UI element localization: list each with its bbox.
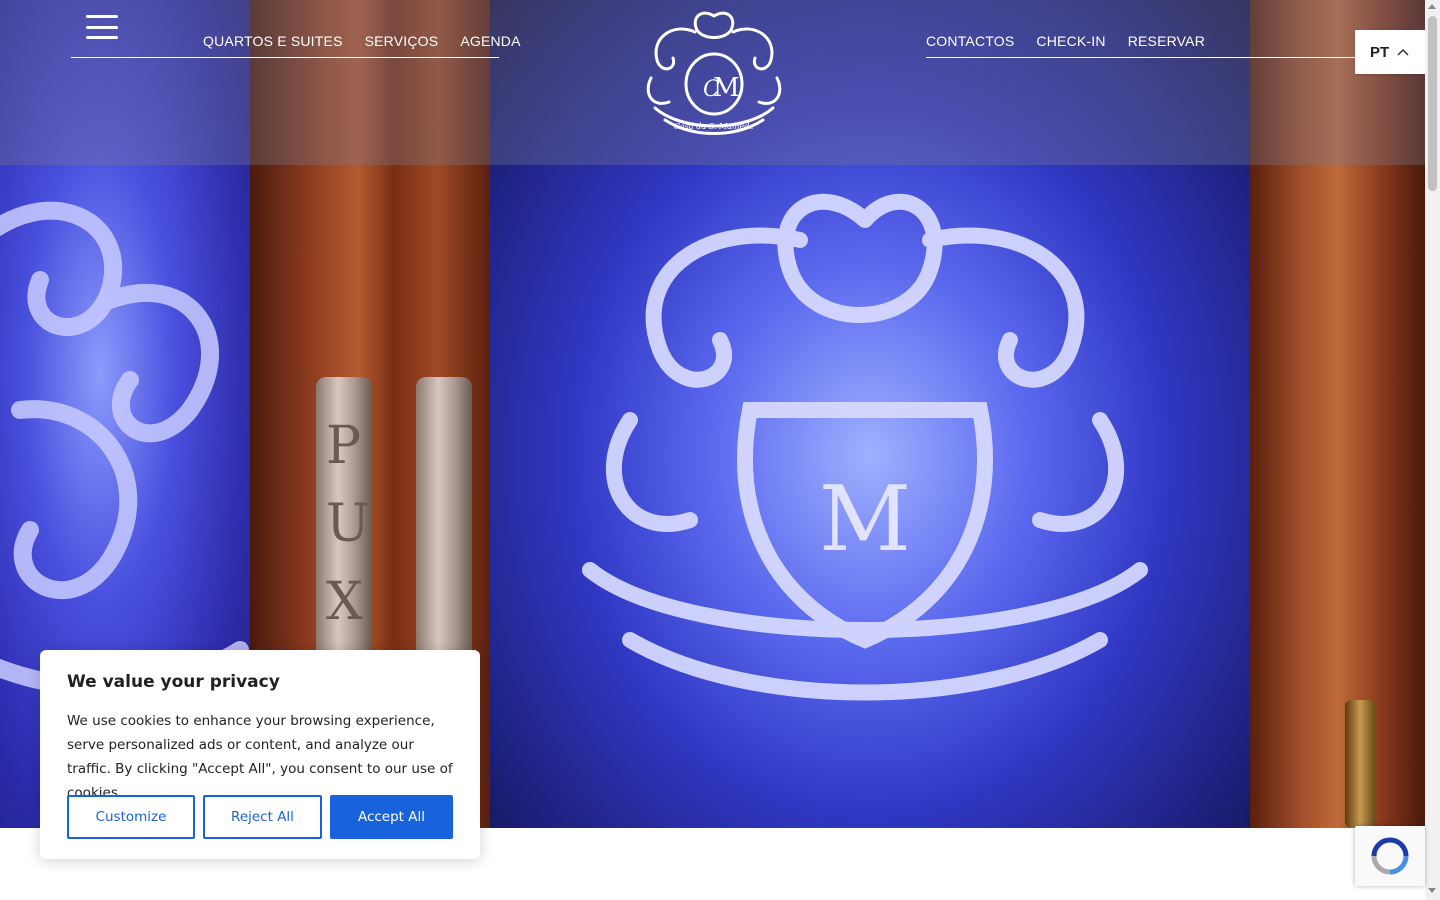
brass-door-rod bbox=[1345, 700, 1375, 828]
nav-right: CONTACTOS CHECK-IN RESERVAR bbox=[926, 33, 1205, 49]
etched-crest-left bbox=[0, 201, 249, 697]
nav-divider-right bbox=[926, 57, 1355, 58]
crest-logo[interactable]: C M Casa da S. Mamede bbox=[643, 8, 785, 138]
svg-text:M: M bbox=[713, 73, 740, 103]
language-code: PT bbox=[1370, 43, 1390, 61]
customize-button[interactable]: Customize bbox=[67, 795, 195, 839]
cookie-title: We value your privacy bbox=[67, 672, 280, 692]
nav-rooms-suites[interactable]: QUARTOS E SUITES bbox=[203, 33, 343, 49]
cookie-description: We use cookies to enhance your browsing … bbox=[67, 713, 453, 801]
etched-crest-center: M bbox=[582, 193, 1148, 701]
nav-services[interactable]: SERVIÇOS bbox=[365, 33, 439, 49]
scroll-down-icon[interactable] bbox=[1428, 888, 1436, 893]
scroll-up-icon[interactable] bbox=[1428, 4, 1436, 9]
nav-agenda[interactable]: AGENDA bbox=[460, 33, 520, 49]
hamburger-menu-icon[interactable] bbox=[86, 15, 118, 39]
cookie-actions: Customize Reject All Accept All bbox=[67, 795, 453, 839]
language-selector[interactable]: PT bbox=[1355, 30, 1427, 74]
chevron-up-icon bbox=[1397, 48, 1409, 56]
cookie-consent-banner: We value your privacy We use cookies to … bbox=[40, 650, 480, 859]
logo-text: Casa da S. Mamede bbox=[674, 122, 754, 131]
recaptcha-icon bbox=[1371, 837, 1409, 875]
scrollbar-thumb[interactable] bbox=[1428, 16, 1437, 191]
nav-contacts[interactable]: CONTACTOS bbox=[926, 33, 1014, 49]
recaptcha-badge[interactable] bbox=[1355, 826, 1425, 886]
reject-all-button[interactable]: Reject All bbox=[203, 795, 322, 839]
accept-all-button[interactable]: Accept All bbox=[330, 795, 453, 839]
page-scrollbar[interactable] bbox=[1425, 0, 1440, 900]
nav-left: QUARTOS E SUITES SERVIÇOS AGENDA bbox=[203, 33, 521, 49]
svg-text:M: M bbox=[819, 467, 911, 572]
nav-book[interactable]: RESERVAR bbox=[1128, 33, 1205, 49]
nav-check-in[interactable]: CHECK-IN bbox=[1036, 33, 1105, 49]
door-sign: PUX bbox=[326, 416, 370, 632]
page: PUX M QUARTOS E SUITES SERVIÇOS AGENDA C… bbox=[0, 0, 1440, 900]
nav-divider-left bbox=[71, 57, 499, 58]
